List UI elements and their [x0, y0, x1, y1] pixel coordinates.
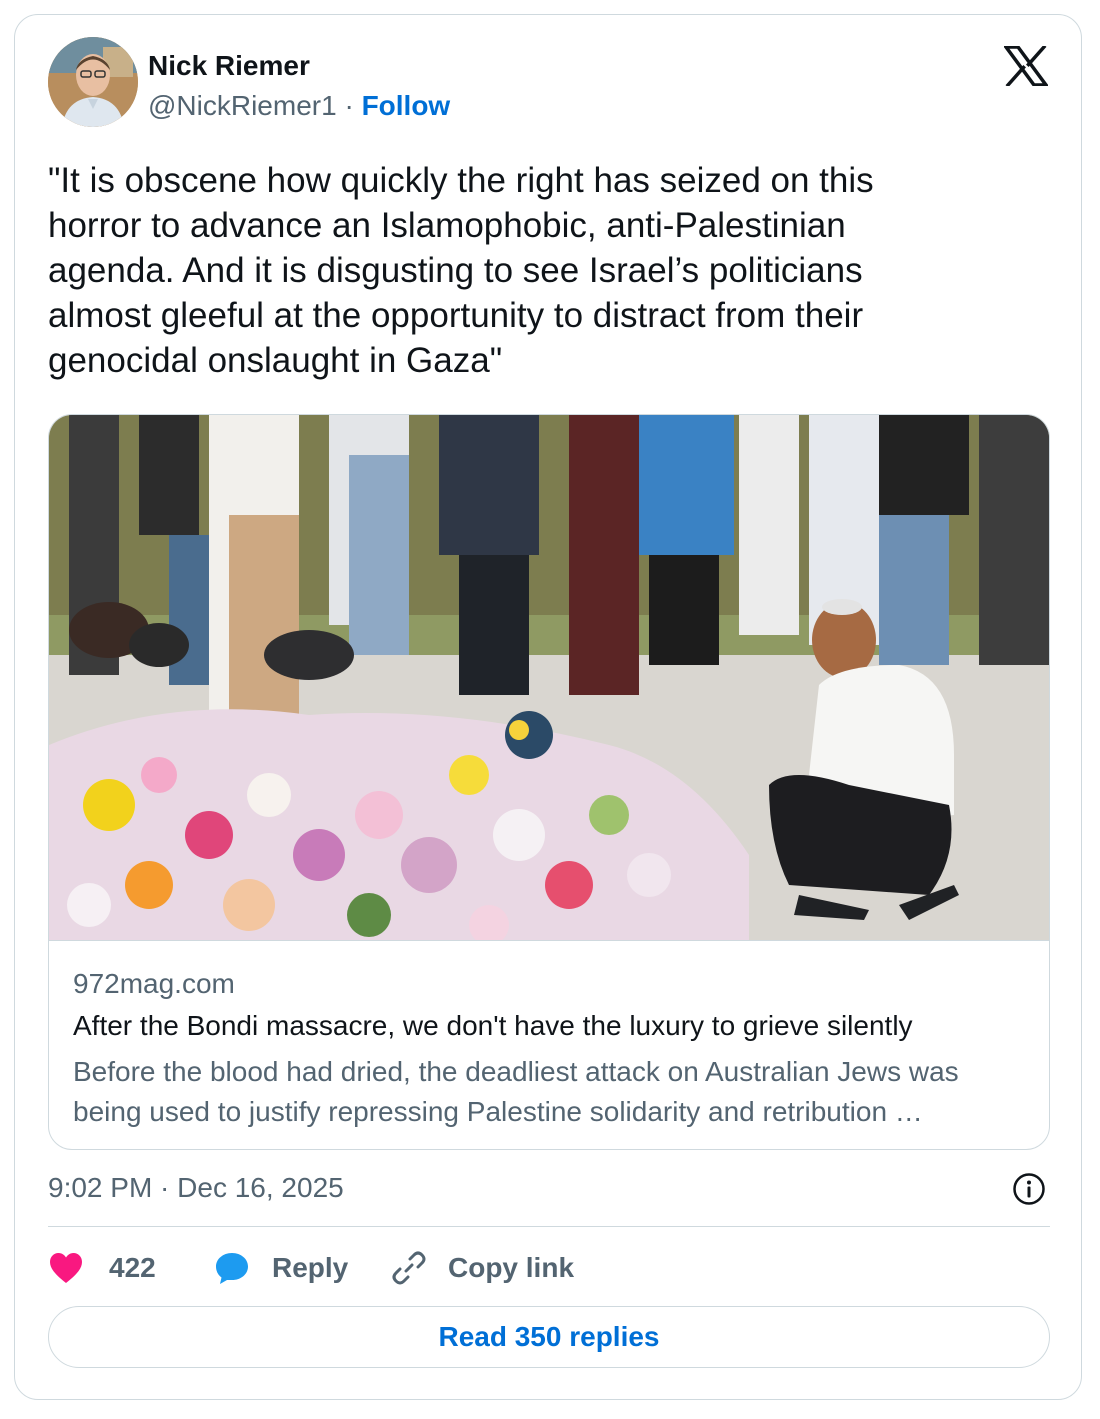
tweet-text: "It is obscene how quickly the right has…: [48, 161, 874, 380]
tweet-timestamp[interactable]: 9:02 PM · Dec 16, 2025: [48, 1170, 344, 1206]
like-button[interactable]: 422: [48, 1248, 156, 1288]
link-icon: [392, 1251, 426, 1285]
actions-divider: [48, 1226, 1050, 1227]
read-replies-button[interactable]: Read 350 replies: [48, 1306, 1050, 1368]
link-domain: 972mag.com: [73, 968, 235, 999]
link-preview-image: [49, 415, 1049, 940]
author-name[interactable]: Nick Riemer: [148, 46, 310, 86]
copy-link-label: Copy link: [448, 1252, 575, 1283]
reply-label: Reply: [272, 1252, 349, 1283]
x-logo-icon[interactable]: [1004, 46, 1048, 86]
avatar[interactable]: [48, 37, 138, 127]
follow-button[interactable]: Follow: [362, 90, 451, 121]
info-icon[interactable]: [1012, 1172, 1046, 1206]
reply-button[interactable]: Reply: [214, 1248, 348, 1288]
heart-icon: [50, 1253, 82, 1283]
link-description: Before the blood had dried, the deadlies…: [73, 1056, 959, 1127]
handle-separator: ·: [344, 90, 354, 121]
author-handle-row: @NickRiemer1 · Follow: [148, 86, 450, 126]
link-title: After the Bondi massacre, we don't have …: [73, 1010, 913, 1041]
link-card-divider: [49, 940, 1049, 941]
like-count: 422: [109, 1252, 156, 1283]
link-preview-card[interactable]: 972mag.com After the Bondi massacre, we …: [48, 414, 1050, 1150]
author-handle[interactable]: @NickRiemer1: [148, 90, 337, 121]
speech-bubble-icon: [216, 1253, 248, 1284]
copy-link-button[interactable]: Copy link: [390, 1248, 574, 1288]
